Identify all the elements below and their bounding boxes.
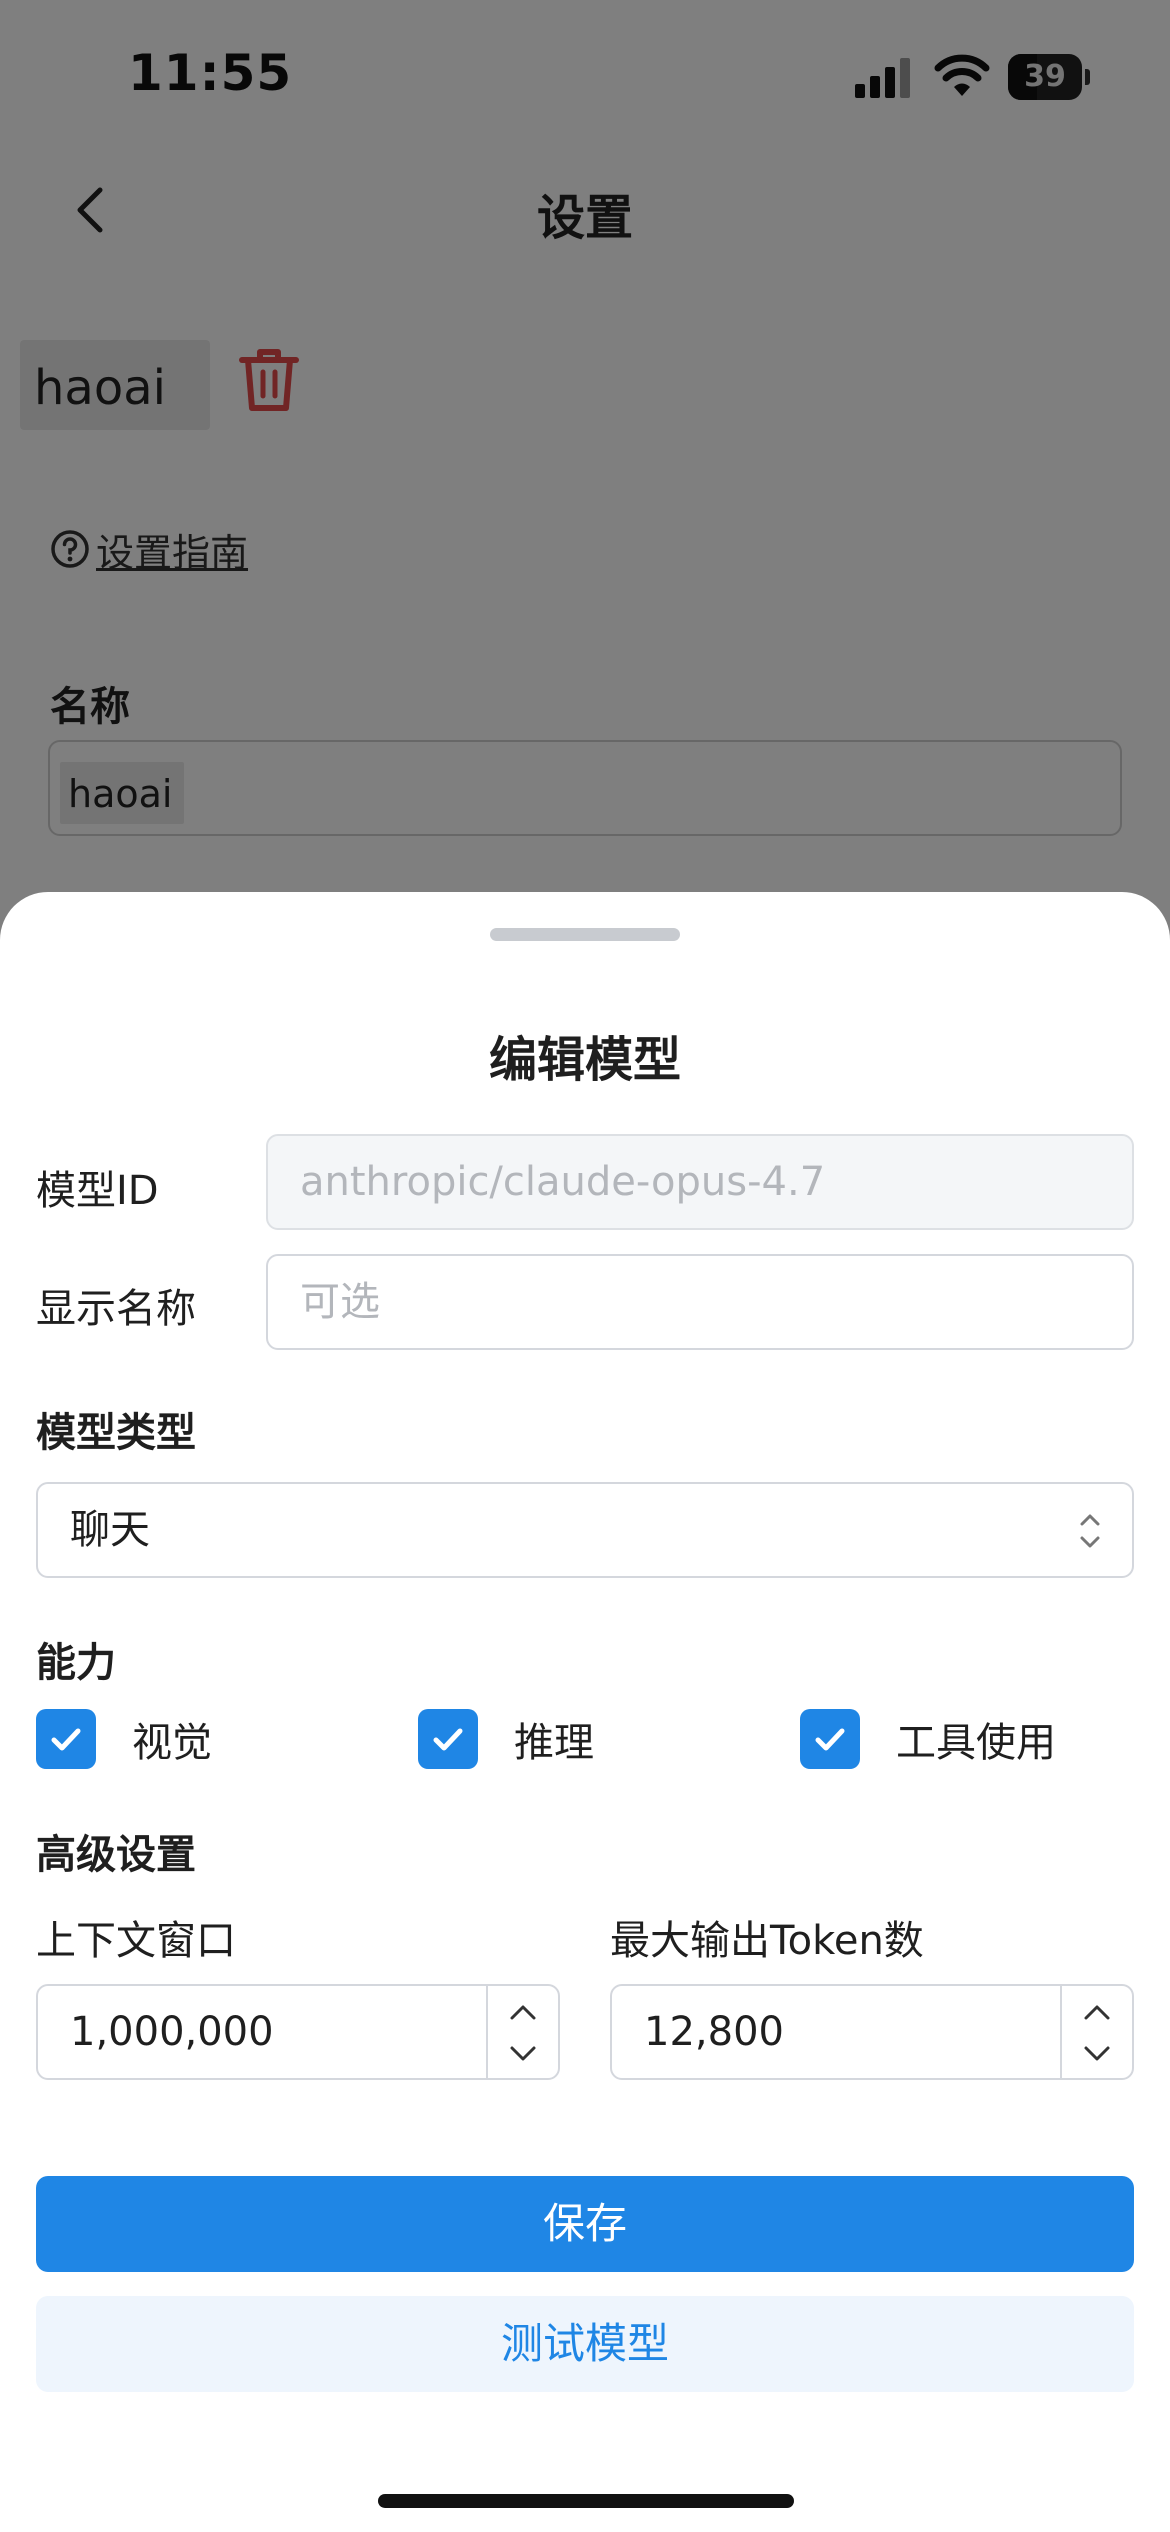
edit-model-sheet: 编辑模型 模型ID anthropic/claude-opus-4.7 显示名称… bbox=[0, 892, 1170, 2532]
capability-tool-use[interactable]: 工具使用 bbox=[800, 1708, 1056, 1770]
model-type-select[interactable]: 聊天 bbox=[36, 1482, 1134, 1578]
check-icon bbox=[51, 1728, 81, 1751]
reasoning-checkbox[interactable] bbox=[418, 1709, 478, 1769]
test-model-button[interactable]: 测试模型 bbox=[36, 2296, 1134, 2392]
vision-checkbox[interactable] bbox=[36, 1709, 96, 1769]
capabilities-label: 能力 bbox=[36, 1640, 116, 1686]
chevron-up-icon[interactable] bbox=[1076, 1996, 1118, 2030]
context-window-value[interactable]: 1,000,000 bbox=[70, 1986, 274, 2078]
tool-use-checkbox[interactable] bbox=[800, 1709, 860, 1769]
advanced-settings-label: 高级设置 bbox=[36, 1832, 196, 1878]
display-name-input[interactable]: 可选 bbox=[266, 1254, 1134, 1350]
chevron-updown-icon bbox=[1080, 1514, 1100, 1548]
display-name-label: 显示名称 bbox=[36, 1286, 196, 1332]
max-output-tokens-value[interactable]: 12,800 bbox=[644, 1986, 784, 2078]
model-type-value: 聊天 bbox=[70, 1507, 150, 1553]
model-type-label: 模型类型 bbox=[36, 1410, 196, 1456]
model-id-field: anthropic/claude-opus-4.7 bbox=[266, 1134, 1134, 1230]
save-button[interactable]: 保存 bbox=[36, 2176, 1134, 2272]
sheet-title: 编辑模型 bbox=[488, 1032, 681, 1088]
model-id-label: 模型ID bbox=[36, 1168, 159, 1214]
sheet-grabber[interactable] bbox=[490, 928, 680, 941]
tool-use-label: 工具使用 bbox=[896, 1720, 1056, 1766]
max-output-tokens-label: 最大输出Token数 bbox=[610, 1918, 924, 1964]
context-window-stepper[interactable]: 1,000,000 bbox=[36, 1984, 560, 2080]
display-name-placeholder: 可选 bbox=[300, 1279, 380, 1325]
context-window-label: 上下文窗口 bbox=[36, 1918, 236, 1964]
max-output-tokens-stepper[interactable]: 12,800 bbox=[610, 1984, 1134, 2080]
chevron-down-icon[interactable] bbox=[502, 2036, 544, 2070]
reasoning-label: 推理 bbox=[514, 1720, 594, 1766]
check-icon bbox=[433, 1728, 463, 1751]
chevron-down-icon[interactable] bbox=[1076, 2036, 1118, 2070]
capability-reasoning[interactable]: 推理 bbox=[418, 1708, 594, 1770]
home-indicator bbox=[378, 2494, 794, 2508]
capability-vision[interactable]: 视觉 bbox=[36, 1708, 212, 1770]
model-id-value: anthropic/claude-opus-4.7 bbox=[300, 1159, 826, 1205]
chevron-up-icon[interactable] bbox=[502, 1996, 544, 2030]
vision-label: 视觉 bbox=[132, 1720, 212, 1766]
check-icon bbox=[815, 1728, 845, 1751]
